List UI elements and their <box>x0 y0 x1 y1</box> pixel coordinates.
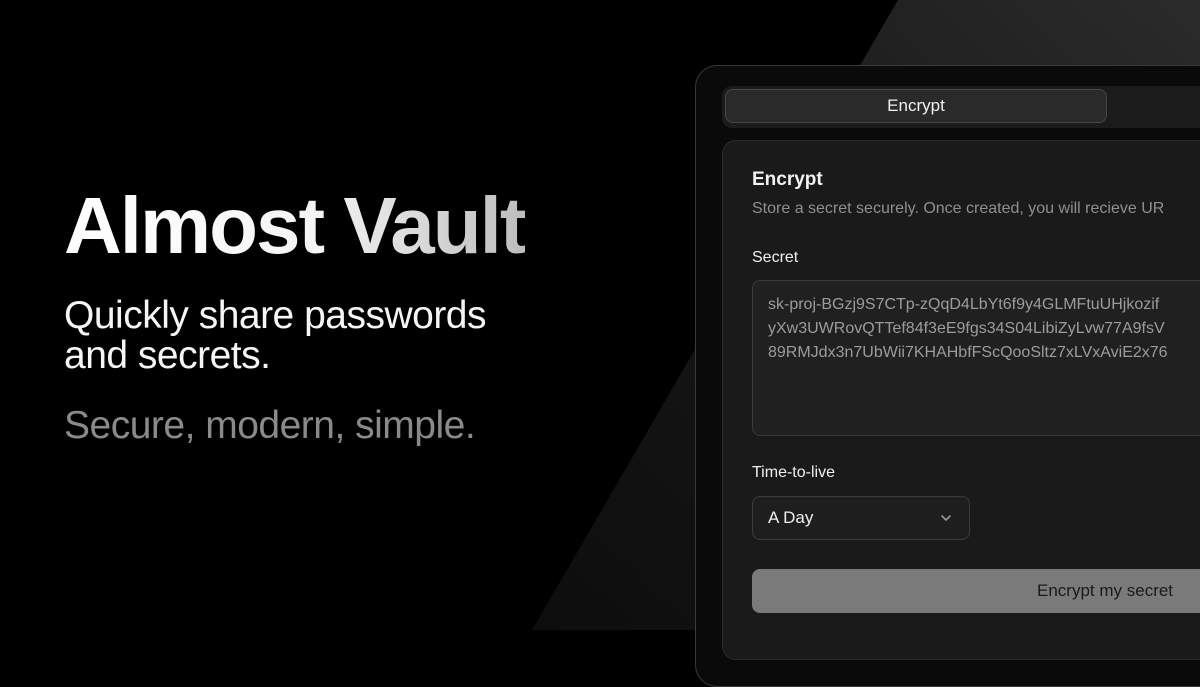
encrypt-card: Encrypt Store a secret securely. Once cr… <box>722 140 1200 660</box>
secret-textarea[interactable]: sk-proj-BGzj9S7CTp-zQqD4LbYt6f9y4GLMFtuU… <box>752 280 1200 436</box>
encrypt-button[interactable]: Encrypt my secret <box>752 569 1200 613</box>
ttl-label: Time-to-live <box>752 464 835 481</box>
chevron-down-icon <box>941 515 951 521</box>
secret-label: Secret <box>752 249 799 266</box>
hero-subtitle: Secure, modern, simple. <box>64 404 476 447</box>
tab-list: Encrypt <box>722 86 1200 128</box>
secret-value-line: 89RMJdx3n7UbWii7KHAHbfFScQooSltz7xLVxAvi… <box>768 344 1168 361</box>
secret-value-line: yXw3UWRovQTTef84f3eE9fgs34S04LibiZyLvw77… <box>768 320 1165 337</box>
card-description: Store a secret securely. Once created, y… <box>752 200 1165 217</box>
hero-tagline: Quickly share passwords and secrets. <box>64 294 487 377</box>
hero-title: Almost Vault <box>64 181 527 270</box>
secret-value-line: sk-proj-BGzj9S7CTp-zQqD4LbYt6f9y4GLMFtuU… <box>768 296 1160 313</box>
tab-encrypt[interactable]: Encrypt <box>725 89 1107 123</box>
encrypt-button-label: Encrypt my secret <box>1037 581 1174 600</box>
ttl-select[interactable]: A Day <box>752 496 970 540</box>
card-title: Encrypt <box>752 169 823 190</box>
ttl-selected-value: A Day <box>768 508 814 527</box>
